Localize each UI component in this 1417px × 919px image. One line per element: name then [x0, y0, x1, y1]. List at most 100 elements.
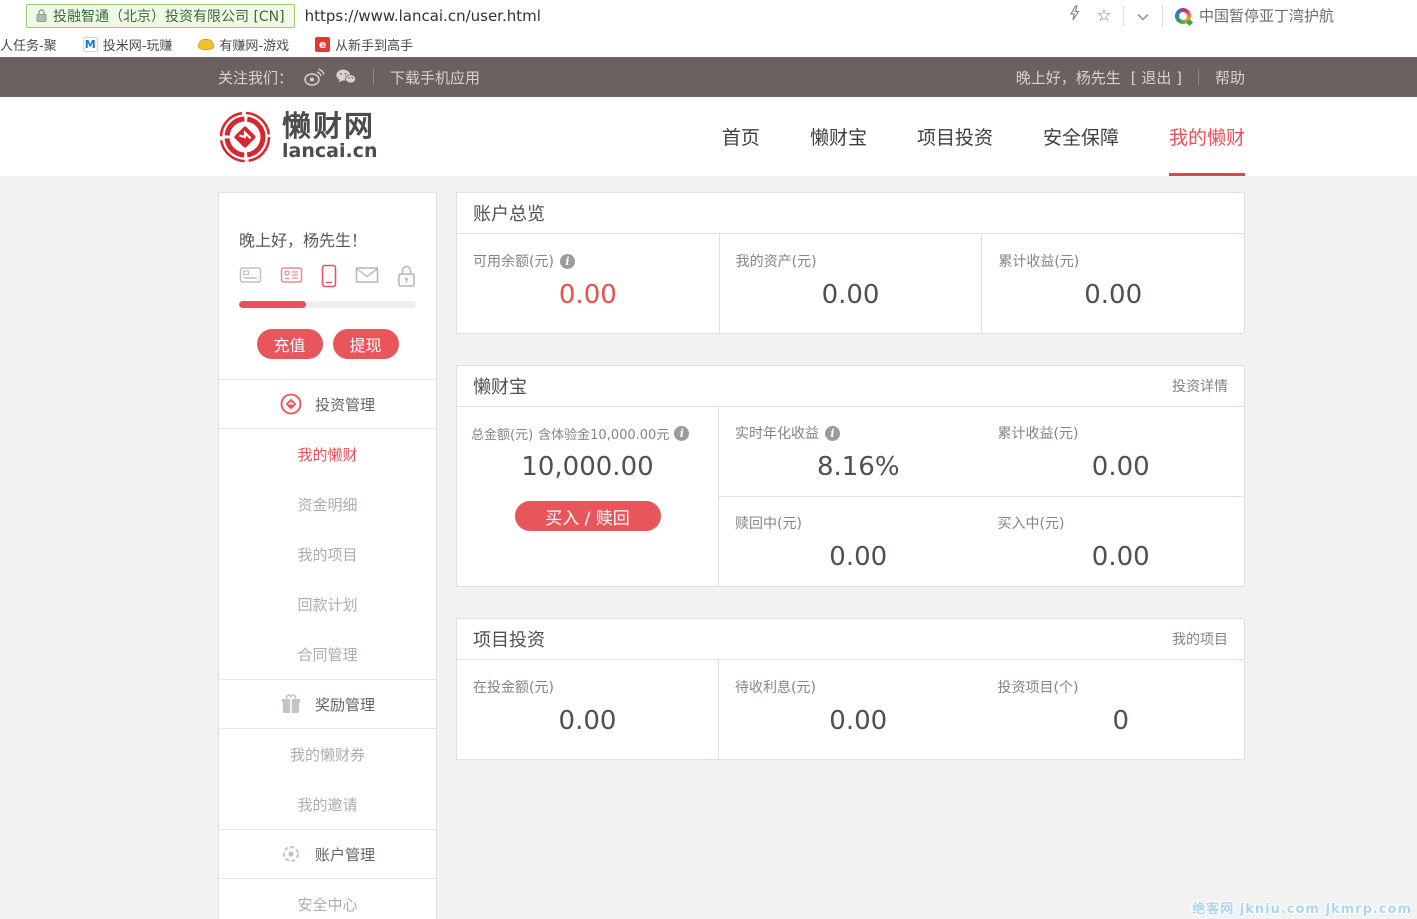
topbar-separator	[1198, 69, 1199, 85]
investment-icon	[280, 393, 302, 415]
total-amount-block: 总金额(元) 含体验金10,000.00元 i 10,000.00 买入 / 赎…	[457, 407, 719, 586]
annualized-yield-block: 实时年化收益 i 8.16%	[719, 423, 982, 496]
favorite-star-icon[interactable]: ☆	[1089, 6, 1119, 26]
site-header: 懒财网 lancai.cn 首页 懒财宝 项目投资 安全保障 我的懒财	[0, 97, 1417, 176]
withdraw-button[interactable]: 提现	[333, 329, 399, 359]
total-amount-value: 10,000.00	[471, 452, 704, 482]
sidebar-section-rewards[interactable]: 奖励管理	[219, 679, 436, 729]
investment-details-link[interactable]: 投资详情	[1172, 376, 1228, 396]
weibo-icon[interactable]	[303, 67, 325, 87]
annualized-yield-value: 8.16%	[735, 452, 982, 482]
id-card-icon[interactable]	[280, 264, 303, 286]
lock-icon	[36, 9, 47, 22]
sidebar-section-account[interactable]: 账户管理	[219, 829, 436, 879]
stat-label: 待收利息(元)	[735, 677, 816, 697]
watermark: 绝客网 jkniu.com jkmrp.com	[1192, 898, 1412, 917]
stat-label: 可用余额(元)	[473, 251, 554, 271]
sidebar-item-my-lancai[interactable]: 我的懒财	[219, 429, 436, 479]
topbar-separator	[373, 69, 374, 85]
download-app-link[interactable]: 下载手机应用	[390, 67, 480, 88]
chrome-separator	[1162, 6, 1163, 26]
bookmark-favicon-e-icon: e	[315, 37, 330, 52]
stat-label: 实时年化收益	[735, 423, 819, 443]
search-box[interactable]: 中国暂停亚丁湾护航	[1167, 5, 1417, 26]
pending-interest-block: 待收利息(元) 0.00	[719, 677, 982, 759]
nav-item-my-lancai[interactable]: 我的懒财	[1169, 97, 1245, 176]
lock-icon[interactable]	[397, 264, 416, 288]
ssl-badge-label: 投融智通（北京）投资有限公司 [CN]	[53, 6, 285, 26]
flash-icon[interactable]	[1059, 5, 1089, 26]
nav-item-home[interactable]: 首页	[722, 97, 760, 176]
sidebar-menu-group: 安全中心	[219, 879, 436, 919]
sidebar-item-my-coupons[interactable]: 我的懒财券	[219, 729, 436, 779]
my-projects-link[interactable]: 我的项目	[1172, 629, 1228, 649]
search-query-text[interactable]: 中国暂停亚丁湾护航	[1199, 5, 1334, 26]
lcb-total-earnings-value: 0.00	[998, 452, 1245, 482]
bookmark-label: 有赚网-游戏	[219, 35, 289, 54]
sidebar-section-investment[interactable]: 投资管理	[219, 379, 436, 429]
sidebar-item-security-center[interactable]: 安全中心	[219, 879, 436, 919]
logout-link[interactable]: [ 退出 ]	[1131, 67, 1182, 88]
profile-greeting: 晚上好，杨先生！	[239, 227, 416, 251]
main-content: 账户总览 可用余额(元) i 0.00 我的资产(元) 0.00	[456, 192, 1245, 791]
bookmark-favicon-gold-icon	[198, 39, 214, 50]
bookmark-item[interactable]: e 从新手到高手	[315, 35, 413, 54]
sidebar-item-contracts[interactable]: 合同管理	[219, 629, 436, 679]
buy-redeem-button[interactable]: 买入 / 赎回	[515, 501, 661, 531]
stat-label: 累计收益(元)	[998, 423, 1079, 443]
stat-label: 赎回中(元)	[735, 513, 802, 533]
sidebar-item-repayment-plan[interactable]: 回款计划	[219, 579, 436, 629]
info-icon[interactable]: i	[825, 426, 840, 441]
my-assets-value: 0.00	[736, 280, 966, 310]
buying-block: 买入中(元) 0.00	[982, 513, 1245, 586]
buying-value: 0.00	[998, 542, 1245, 572]
logo-subtitle: lancai.cn	[282, 141, 377, 162]
sidebar-menu-group: 我的懒财券 我的邀请	[219, 729, 436, 829]
sidebar-menu-group: 我的懒财 资金明细 我的项目 回款计划 合同管理	[219, 429, 436, 679]
mail-icon[interactable]	[355, 264, 379, 286]
project-investment-card: 项目投资 我的项目 在投金额(元) 0.00 待收利息(元) 0.00	[456, 618, 1245, 760]
my-assets-block: 我的资产(元) 0.00	[719, 234, 982, 333]
bookmark-item[interactable]: 有赚网-游戏	[198, 35, 289, 54]
info-icon[interactable]: i	[674, 426, 689, 441]
stat-label: 投资项目(个)	[998, 677, 1079, 697]
sidebar-item-fund-details[interactable]: 资金明细	[219, 479, 436, 529]
bookmark-item[interactable]: M 投米网-玩赚	[83, 35, 173, 54]
card-title: 懒财宝	[473, 373, 527, 399]
recharge-button[interactable]: 充值	[257, 329, 323, 359]
gear-icon	[280, 843, 302, 865]
nav-item-lancaibao[interactable]: 懒财宝	[810, 97, 867, 176]
stat-label: 总金额(元)	[471, 424, 533, 443]
sidebar-section-label: 奖励管理	[315, 694, 375, 715]
logo-title: 懒财网	[282, 112, 377, 141]
search-engine-icon	[1175, 8, 1191, 24]
user-greeting: 晚上好，杨先生	[1016, 67, 1121, 88]
nav-item-security[interactable]: 安全保障	[1043, 97, 1119, 176]
nav-item-projects[interactable]: 项目投资	[917, 97, 993, 176]
stat-label: 累计收益(元)	[998, 251, 1079, 271]
stat-label: 我的资产(元)	[736, 251, 817, 271]
dropdown-chevron-icon[interactable]	[1128, 6, 1158, 26]
bank-card-icon[interactable]	[239, 264, 262, 286]
bookmark-label: 人任务-聚	[0, 35, 57, 54]
bookmark-item[interactable]: 人任务-聚	[0, 35, 57, 54]
info-icon[interactable]: i	[560, 254, 575, 269]
help-link[interactable]: 帮助	[1215, 67, 1245, 88]
sidebar-item-my-projects[interactable]: 我的项目	[219, 529, 436, 579]
verification-icons-row	[239, 264, 416, 288]
mobile-phone-icon[interactable]	[321, 264, 337, 288]
project-count-value: 0	[998, 706, 1245, 736]
address-bar[interactable]: https://www.lancai.cn/user.html	[305, 7, 541, 25]
bookmark-label: 投米网-玩赚	[103, 35, 173, 54]
invested-amount-value: 0.00	[473, 706, 702, 736]
wechat-icon[interactable]	[335, 67, 357, 87]
sidebar-item-my-invites[interactable]: 我的邀请	[219, 779, 436, 829]
available-balance-value: 0.00	[473, 280, 703, 310]
bookmark-favicon-m-icon: M	[83, 37, 98, 52]
lancai-logo[interactable]: 懒财网 lancai.cn	[218, 109, 377, 165]
ssl-certificate-badge[interactable]: 投融智通（北京）投资有限公司 [CN]	[26, 4, 295, 28]
total-earnings-value: 0.00	[998, 280, 1228, 310]
lancai-logo-icon	[218, 109, 272, 165]
follow-us-label: 关注我们：	[218, 67, 293, 88]
bookmark-label: 从新手到高手	[335, 35, 413, 54]
